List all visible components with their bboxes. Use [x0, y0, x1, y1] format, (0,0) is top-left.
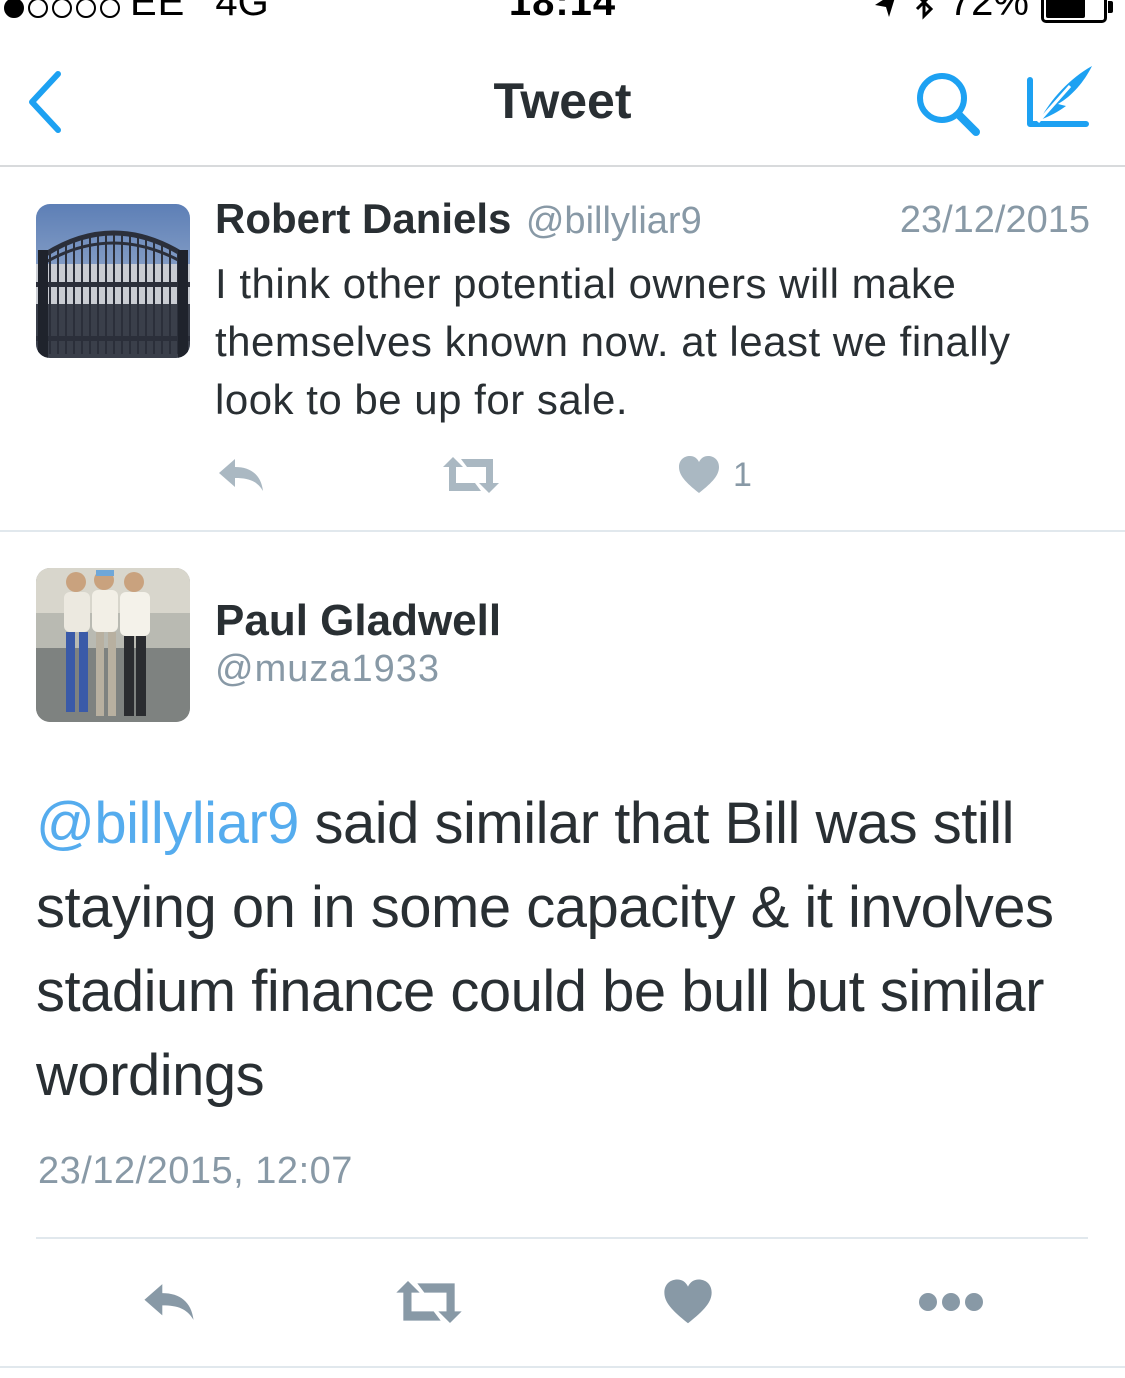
tweet-timestamp: 23/12/2015, 12:07 [38, 1150, 353, 1192]
retweet-icon [443, 457, 499, 493]
parent-tweet-text: I think other potential owners will make… [215, 260, 1011, 423]
compose-tweet-icon [1027, 66, 1092, 127]
tweet-text: @billyliar9 said similar that Bill was s… [36, 782, 1096, 1118]
reply-button[interactable] [215, 445, 267, 505]
battery-percentage: 72% [948, 0, 1029, 24]
mention-link[interactable]: @billyliar9 [36, 791, 299, 856]
parent-tweet-actions: 1 [215, 445, 915, 505]
status-bar-right: 72% [871, 0, 1113, 24]
avatar[interactable] [36, 568, 190, 722]
navigation-bar: Tweet [0, 24, 1125, 167]
divider [36, 1237, 1088, 1239]
tweet-detail-screen: EE 4G 18:14 72% Tweet Robert Daniels @bi… [0, 0, 1125, 1378]
author-handle[interactable]: @muza1933 [215, 648, 440, 691]
more-options-button[interactable] [918, 1272, 984, 1332]
avatar[interactable] [36, 204, 190, 358]
battery-fill [1046, 0, 1086, 18]
like-count: 1 [733, 455, 752, 494]
status-bar: EE 4G 18:14 72% [0, 0, 1125, 24]
reply-icon [144, 1284, 194, 1320]
retweet-button[interactable] [441, 445, 501, 505]
reply-button[interactable] [140, 1272, 198, 1332]
author-handle[interactable]: @billyliar9 [526, 200, 702, 242]
tweet-date: 23/12/2015 [899, 199, 1090, 241]
location-arrow-icon [874, 0, 895, 17]
retweet-button[interactable] [394, 1272, 464, 1332]
main-tweet: Paul Gladwell @muza1933 @billyliar9 said… [0, 532, 1125, 1378]
like-button[interactable]: 1 [677, 445, 752, 505]
bluetooth-icon [915, 0, 934, 20]
three-people-photo-avatar-image [36, 568, 190, 722]
parent-tweet-header: Robert Daniels @billyliar9 23/12/2015 [215, 195, 1090, 255]
battery-nub [1108, 0, 1113, 13]
retweet-icon [396, 1281, 462, 1323]
heart-icon [679, 456, 719, 493]
reply-icon [219, 459, 263, 491]
ellipsis-icon [919, 1293, 983, 1311]
stadium-gates-avatar-image [36, 204, 190, 358]
author-name[interactable]: Robert Daniels [215, 195, 511, 242]
parent-tweet[interactable]: Robert Daniels @billyliar9 23/12/2015 I … [0, 167, 1125, 532]
search-icon [917, 73, 980, 136]
divider [0, 1366, 1125, 1368]
battery-icon [1041, 0, 1113, 23]
author-name[interactable]: Paul Gladwell [215, 596, 501, 646]
compose-tweet-button[interactable] [1020, 60, 1100, 140]
heart-icon [664, 1279, 712, 1324]
search-button[interactable] [910, 66, 986, 142]
like-button[interactable] [662, 1272, 714, 1332]
